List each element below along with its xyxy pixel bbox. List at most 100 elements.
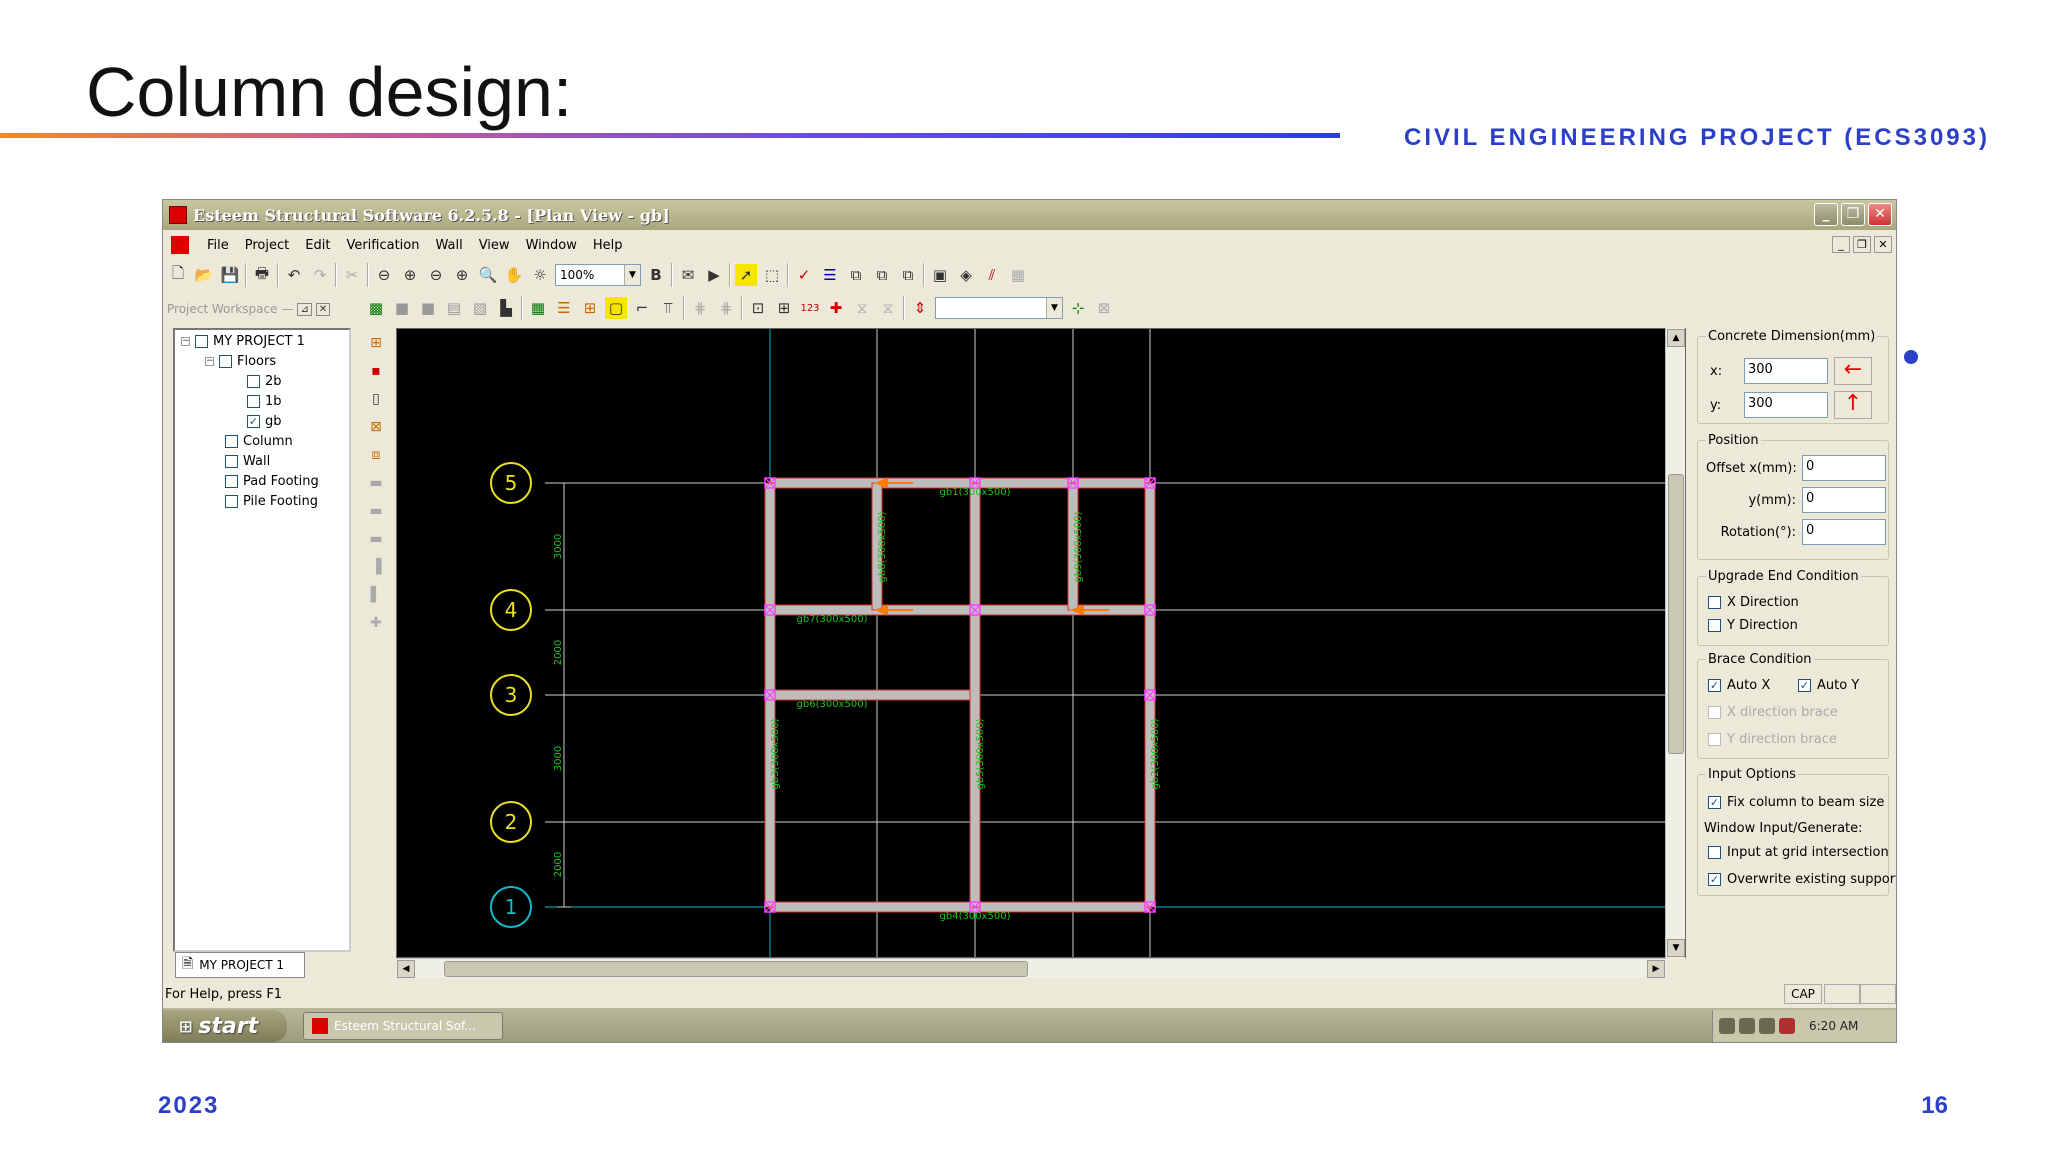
beam-icon[interactable]: ☰ [553,297,575,319]
menu-window[interactable]: Window [518,238,585,253]
tree-node-pile-footing[interactable]: Pile Footing [225,494,318,509]
tree-node-pad-footing[interactable]: Pad Footing [225,474,319,489]
x-direction-brace-checkbox[interactable]: X direction brace [1708,705,1838,720]
slab-icon[interactable]: ■ [391,297,413,319]
frame-icon[interactable]: ⊡ [747,297,769,319]
workspace-dock-button[interactable]: ⊿ [297,302,312,316]
x-direction-checkbox[interactable]: X Direction [1708,595,1799,610]
tree-node-column[interactable]: Column [225,434,293,449]
up-arrow-icon[interactable]: ↑ [1834,391,1872,419]
close-button[interactable]: ✕ [1868,203,1892,226]
select-window-icon[interactable]: ⬚ [761,264,783,286]
copy-floor-up-icon[interactable]: ⧉ [871,264,893,286]
menu-wall[interactable]: Wall [427,238,470,253]
menu-view[interactable]: View [471,238,518,253]
workspace-tab[interactable]: 🗎 MY PROJECT 1 [175,952,305,978]
collapse-icon[interactable]: − [205,357,214,366]
auto-x-checkbox[interactable]: ✓ Auto X [1708,678,1770,693]
grid-off-icon[interactable]: ⋕ [689,297,711,319]
move-updown-icon[interactable]: ⇕ [909,297,931,319]
tree-checkbox-checked[interactable]: ✓ [247,415,260,428]
tree-node-project[interactable]: − MY PROJECT 1 [181,334,305,349]
minimize-button[interactable]: _ [1814,203,1838,226]
checkbox-checked[interactable]: ✓ [1798,679,1811,692]
doc-minimize-button[interactable]: _ [1832,236,1850,253]
select-grid-icon[interactable]: ⊞ [364,332,388,354]
tree-checkbox[interactable] [225,435,238,448]
auto-y-checkbox[interactable]: ✓ Auto Y [1798,678,1859,693]
workspace-close-button[interactable]: ✕ [315,302,331,316]
column-section-icon[interactable]: ▙ [495,297,517,319]
tree-checkbox[interactable] [195,335,208,348]
grid-table-icon[interactable]: ▦ [1007,264,1029,286]
beam-group-icon[interactable]: ▧ [469,297,491,319]
checkbox[interactable] [1708,596,1721,609]
mesh-icon[interactable]: ⊞ [773,297,795,319]
tool-disabled-icon[interactable]: ▌ [364,584,388,606]
snap-icon[interactable]: ⊹ [1067,297,1089,319]
undo-icon[interactable]: ↶ [283,264,305,286]
checkbox-checked[interactable]: ✓ [1708,679,1721,692]
analysis-icon[interactable]: ⫽ [981,264,1003,286]
slab-alt-icon[interactable]: ■ [417,297,439,319]
tree-checkbox[interactable] [225,475,238,488]
menu-help[interactable]: Help [585,238,631,253]
plan-drawing[interactable]: 5 4 3 2 1 3000 2000 3000 2000 gb1(300x500) gb7(3… [397,329,1665,957]
copy-floor-down-icon[interactable]: ⧉ [897,264,919,286]
support-icon[interactable]: ⫪ [657,297,679,319]
window-titlebar[interactable]: Esteem Structural Software 6.2.5.8 - [Pl… [163,200,1896,230]
offset-x-input[interactable]: 0 [1802,455,1886,481]
print-icon[interactable]: 🖶 [251,264,273,286]
tree-checkbox[interactable] [247,375,260,388]
tool-disabled-icon[interactable]: ✚ [364,612,388,634]
start-button[interactable]: ⊞ start [163,1010,287,1042]
checkbox[interactable] [1708,706,1721,719]
rotation-input[interactable]: 0 [1802,519,1886,545]
zoom-all-icon[interactable]: ⊕ [451,264,473,286]
plan-view-canvas[interactable]: 5 4 3 2 1 3000 2000 3000 2000 gb1(300x500) gb7(3… [396,328,1686,958]
tool-disabled-icon[interactable]: ▬ [364,500,388,522]
tool-disabled-icon[interactable]: ▬ [364,472,388,494]
grid-off-alt-icon[interactable]: ⋕ [715,297,737,319]
snap-off-icon[interactable]: ⊠ [1093,297,1115,319]
tray-volume-icon[interactable] [1739,1018,1755,1034]
menu-file[interactable]: File [199,238,237,253]
column-grid-icon[interactable]: ⊞ [579,297,601,319]
x-dimension-input[interactable]: 300 [1744,358,1828,384]
y-direction-checkbox[interactable]: Y Direction [1708,618,1798,633]
zoom-out-icon[interactable]: ⊖ [373,264,395,286]
save-icon[interactable]: 💾 [219,264,241,286]
zoom-in-icon[interactable]: ⊕ [399,264,421,286]
checkbox[interactable] [1708,846,1721,859]
restore-button[interactable]: ❐ [1841,203,1865,226]
column-layout-icon[interactable]: ⊠ [364,416,388,438]
tray-antivirus-icon[interactable] [1759,1018,1775,1034]
add-column-icon[interactable]: ▯ [364,388,388,410]
tool-disabled-icon[interactable]: ▐ [364,556,388,578]
window-icon[interactable]: ▣ [929,264,951,286]
layers-icon[interactable]: ☰ [819,264,841,286]
tree-checkbox[interactable] [247,395,260,408]
zoom-previous-icon[interactable]: ⊖ [425,264,447,286]
fix-column-checkbox[interactable]: ✓ Fix column to beam size [1708,795,1884,810]
dimension-icon[interactable]: ⧖ [851,297,873,319]
tree-node-floor-2b[interactable]: 2b [247,374,282,389]
pan-hand-icon[interactable]: ✋ [503,264,525,286]
bold-button[interactable]: B [645,264,667,286]
wall-corner-icon[interactable]: ⌐ [631,297,653,319]
vertical-scroll-thumb[interactable] [1668,474,1684,754]
column-select-icon[interactable]: ⧈ [364,444,388,466]
scroll-up-icon[interactable]: ▲ [1667,329,1685,347]
numbering-button[interactable]: 123 [799,297,821,319]
play-icon[interactable]: ▶ [703,264,725,286]
tray-network-icon[interactable] [1719,1018,1735,1034]
doc-restore-button[interactable]: ❐ [1853,236,1871,253]
menu-edit[interactable]: Edit [297,238,338,253]
checkbox[interactable] [1708,733,1721,746]
check-icon[interactable]: ✓ [793,264,815,286]
y-direction-brace-checkbox[interactable]: Y direction brace [1708,732,1837,747]
select-pointer-icon[interactable]: ➚ [735,264,757,286]
scroll-right-icon[interactable]: ▶ [1647,960,1665,978]
layer-combo[interactable]: ▼ [935,297,1063,319]
zoom-window-icon[interactable]: 🔍 [477,264,499,286]
